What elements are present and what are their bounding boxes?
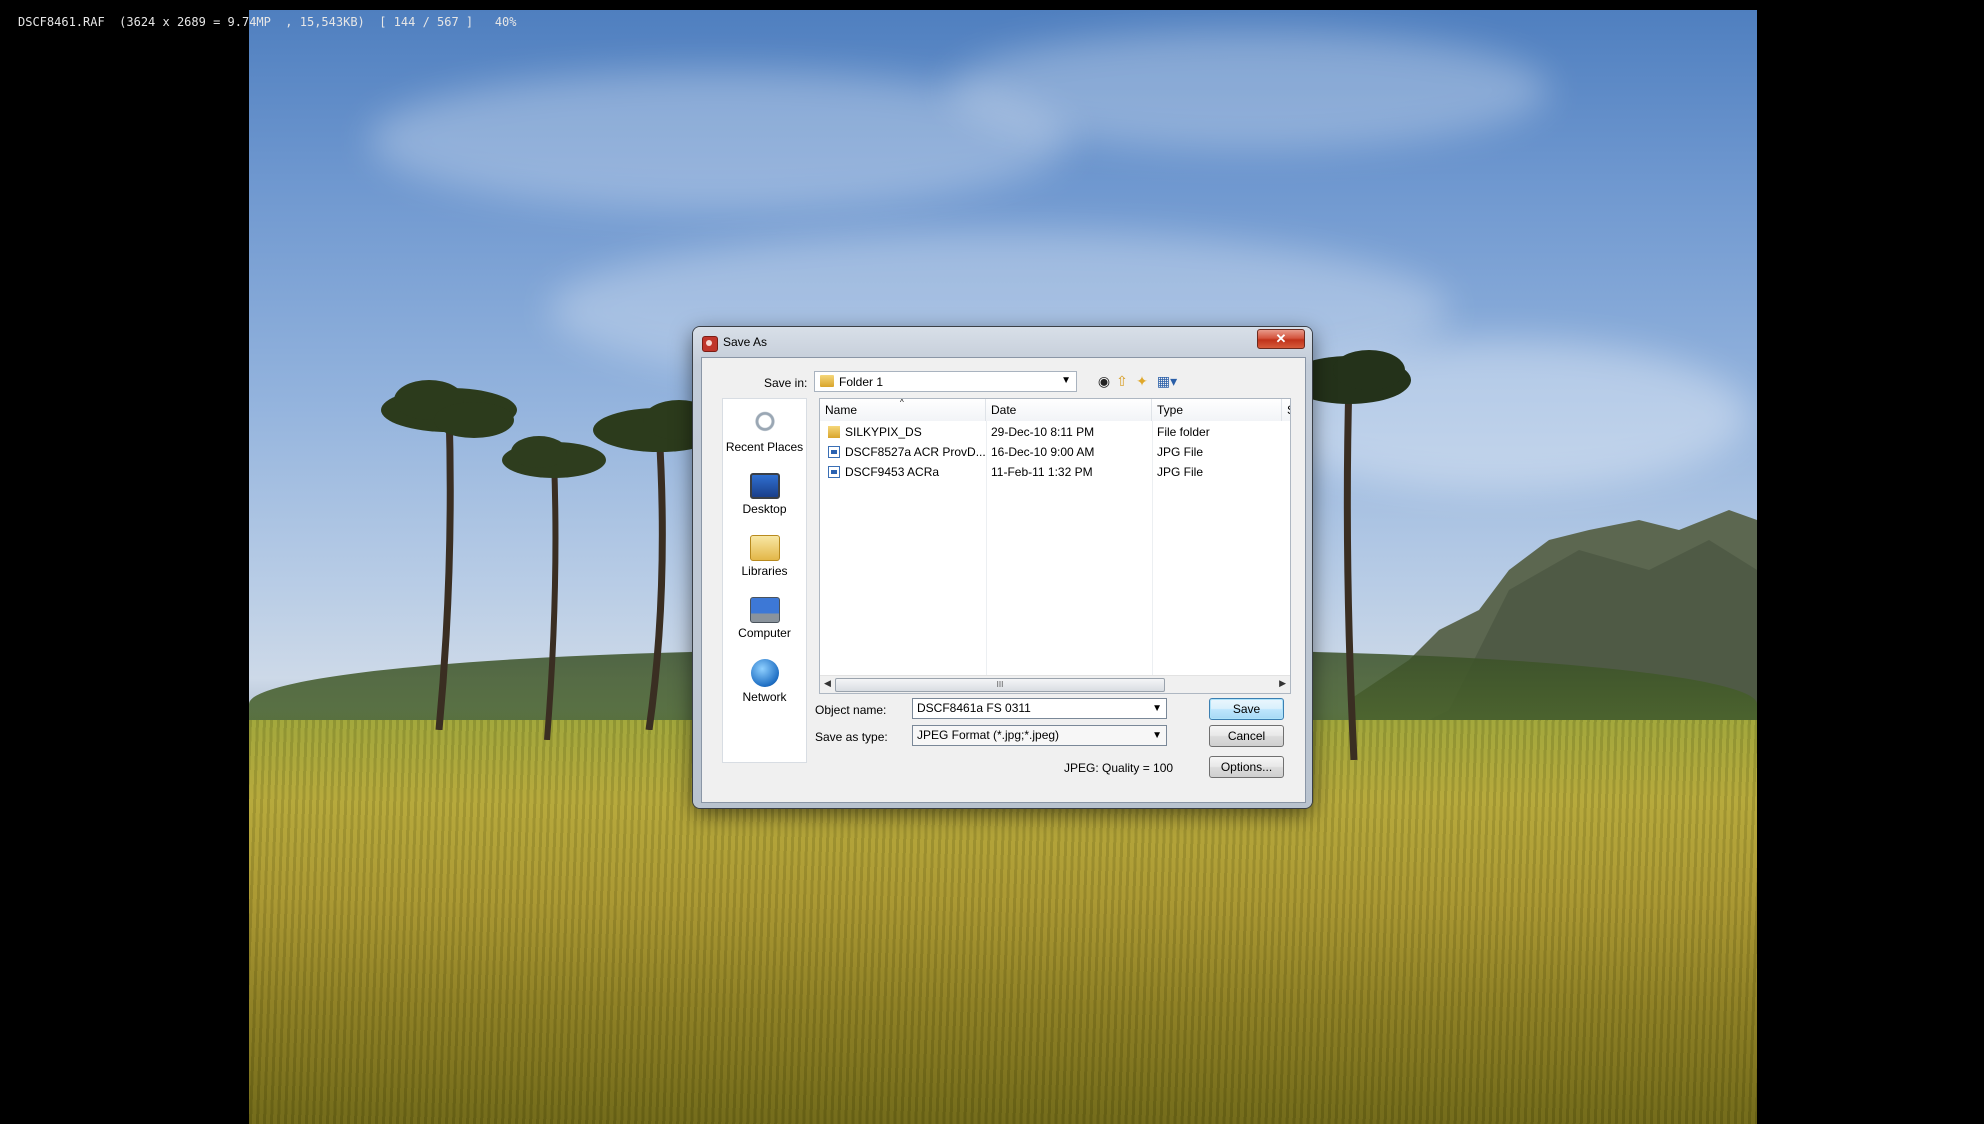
save-in-label: Save in: bbox=[764, 376, 808, 390]
jpeg-quality-text: JPEG: Quality = 100 bbox=[1064, 761, 1174, 775]
file-list[interactable]: Name^ Date Type S SILKYPIX_DS 29-Dec-10 … bbox=[819, 398, 1291, 694]
save-in-dropdown[interactable]: Folder 1 ▼ bbox=[814, 371, 1077, 392]
file-row[interactable]: DSCF9453 ACRa 11-Feb-11 1:32 PM JPG File bbox=[820, 463, 1282, 482]
save-type-dropdown[interactable]: JPEG Format (*.jpg;*.jpeg) ▼ bbox=[912, 725, 1167, 746]
place-desktop[interactable]: Desktop bbox=[723, 473, 806, 516]
object-name-label: Object name: bbox=[815, 703, 887, 717]
save-in-value: Folder 1 bbox=[839, 375, 884, 389]
column-header-name[interactable]: Name ^ bbox=[820, 399, 986, 421]
scroll-right-icon[interactable]: ▶ bbox=[1279, 678, 1286, 689]
place-label: Computer bbox=[738, 626, 791, 640]
file-date: 29-Dec-10 8:11 PM bbox=[991, 425, 1095, 439]
file-date: 16-Dec-10 9:00 AM bbox=[991, 445, 1095, 459]
view-menu-icon[interactable]: ▦▾ bbox=[1154, 373, 1180, 389]
chevron-down-icon: ▼ bbox=[1061, 375, 1071, 386]
folder-icon bbox=[828, 426, 840, 438]
dialog-body: Save in: Folder 1 ▼ ◉ ⇧ ✦ ▦▾ Recent Plac… bbox=[701, 357, 1306, 803]
horizontal-scrollbar[interactable]: ◀ III ▶ bbox=[820, 675, 1290, 693]
cancel-button[interactable]: Cancel bbox=[1209, 725, 1284, 747]
up-folder-icon[interactable]: ⇧ bbox=[1114, 373, 1130, 389]
recent-places-icon bbox=[749, 411, 780, 437]
network-icon bbox=[750, 659, 779, 687]
file-type: File folder bbox=[1157, 425, 1210, 439]
place-label: Network bbox=[742, 690, 787, 704]
dialog-title: Save As bbox=[723, 335, 768, 349]
column-header-type[interactable]: Type bbox=[1152, 399, 1282, 421]
object-name-field[interactable]: DSCF8461a FS 0311 ▼ bbox=[912, 698, 1167, 719]
new-folder-icon[interactable]: ✦ bbox=[1134, 373, 1150, 389]
file-row[interactable]: DSCF8527a ACR ProvD... 16-Dec-10 9:00 AM… bbox=[820, 443, 1282, 462]
file-type: JPG File bbox=[1157, 445, 1204, 459]
save-type-label: Save as type: bbox=[815, 730, 888, 744]
back-icon[interactable]: ◉ bbox=[1096, 373, 1112, 389]
places-bar: Recent Places Desktop Libraries Computer… bbox=[722, 398, 807, 763]
scrollbar-thumb[interactable]: III bbox=[835, 678, 1165, 692]
file-row[interactable]: SILKYPIX_DS 29-Dec-10 8:11 PM File folde… bbox=[820, 423, 1282, 442]
save-button[interactable]: Save bbox=[1209, 698, 1284, 720]
chevron-down-icon[interactable]: ▼ bbox=[1152, 699, 1162, 718]
column-header-size[interactable]: S bbox=[1282, 399, 1290, 421]
image-info-overlay: DSCF8461.RAF (3624 x 2689 = 9.74MP , 15,… bbox=[18, 15, 517, 29]
file-name: DSCF9453 ACRa bbox=[845, 465, 940, 479]
place-libraries[interactable]: Libraries bbox=[723, 535, 806, 578]
place-computer[interactable]: Computer bbox=[723, 597, 806, 640]
folder-icon bbox=[820, 375, 834, 387]
chevron-down-icon: ▼ bbox=[1152, 730, 1162, 741]
file-type: JPG File bbox=[1157, 465, 1204, 479]
file-name: DSCF8527a ACR ProvD... bbox=[845, 445, 985, 459]
file-name: SILKYPIX_DS bbox=[845, 425, 922, 439]
place-label: Recent Places bbox=[725, 440, 804, 454]
column-header-date[interactable]: Date bbox=[986, 399, 1152, 421]
app-icon bbox=[702, 336, 718, 352]
jpg-file-icon bbox=[828, 466, 840, 478]
palm-tree bbox=[381, 380, 517, 730]
options-button[interactable]: Options... bbox=[1209, 756, 1284, 778]
place-recent-places[interactable]: Recent Places bbox=[723, 411, 806, 454]
jpg-file-icon bbox=[828, 446, 840, 458]
desktop-icon bbox=[749, 473, 780, 499]
place-network[interactable]: Network bbox=[723, 659, 806, 704]
dialog-titlebar[interactable]: Save As ✕ bbox=[693, 327, 1312, 357]
place-label: Desktop bbox=[742, 502, 787, 516]
close-button[interactable]: ✕ bbox=[1257, 329, 1305, 349]
scroll-left-icon[interactable]: ◀ bbox=[824, 678, 831, 689]
save-as-dialog: Save As ✕ Save in: Folder 1 ▼ ◉ ⇧ ✦ ▦▾ R… bbox=[693, 327, 1312, 808]
place-label: Libraries bbox=[741, 564, 788, 578]
file-date: 11-Feb-11 1:32 PM bbox=[991, 465, 1093, 479]
libraries-icon bbox=[749, 535, 780, 561]
sort-arrow-icon: ^ bbox=[900, 398, 904, 407]
computer-icon bbox=[749, 597, 780, 623]
